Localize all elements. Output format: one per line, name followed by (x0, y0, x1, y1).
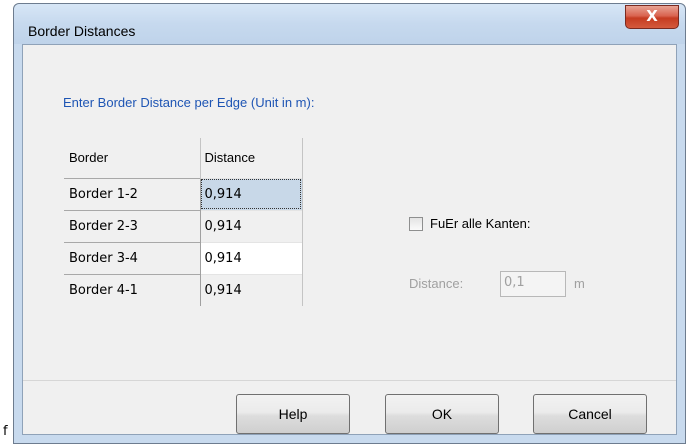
dialog-client-area: Enter Border Distance per Edge (Unit in … (22, 44, 677, 435)
column-header-distance: Distance (200, 138, 303, 178)
table-header-row: Border Distance (64, 138, 303, 178)
all-edges-checkbox-row[interactable]: FuEr alle Kanten: (409, 216, 530, 231)
help-button[interactable]: Help (236, 394, 350, 434)
distance-cell[interactable]: 0,914 (200, 241, 303, 274)
close-icon: X (646, 7, 658, 25)
table-row[interactable]: Border 1-2 0,914 (64, 177, 303, 210)
unit-label: m (574, 276, 585, 291)
title-bar: Border Distances X (14, 4, 685, 44)
table-row[interactable]: Border 2-3 0,914 (64, 209, 303, 242)
column-header-border: Border (64, 138, 201, 178)
ok-button[interactable]: OK (385, 394, 499, 434)
table-row[interactable]: Border 4-1 0,914 (64, 273, 303, 306)
stray-text: f (3, 424, 8, 439)
all-edges-checkbox-label: FuEr alle Kanten: (430, 216, 531, 231)
border-cell: Border 4-1 (64, 273, 201, 306)
distance-input[interactable]: 0,1 (500, 271, 566, 297)
border-distance-table: Border Distance Border 1-2 0,914 Border … (64, 138, 303, 306)
close-button[interactable]: X (625, 5, 679, 29)
all-edges-checkbox[interactable] (409, 216, 423, 231)
distance-cell[interactable]: 0,914 (200, 177, 303, 210)
border-cell: Border 2-3 (64, 209, 201, 242)
dialog-window: Border Distances X Enter Border Distance… (13, 3, 686, 444)
distance-label: Distance: (409, 276, 464, 291)
instruction-text: Enter Border Distance per Edge (Unit in … (63, 95, 315, 110)
table-row[interactable]: Border 3-4 0,914 (64, 241, 303, 274)
window-title: Border Distances (28, 23, 136, 39)
distance-cell[interactable]: 0,914 (200, 209, 303, 242)
distance-cell[interactable]: 0,914 (200, 273, 303, 306)
border-cell: Border 3-4 (64, 241, 201, 274)
cancel-button[interactable]: Cancel (533, 394, 647, 434)
border-cell: Border 1-2 (64, 177, 201, 210)
